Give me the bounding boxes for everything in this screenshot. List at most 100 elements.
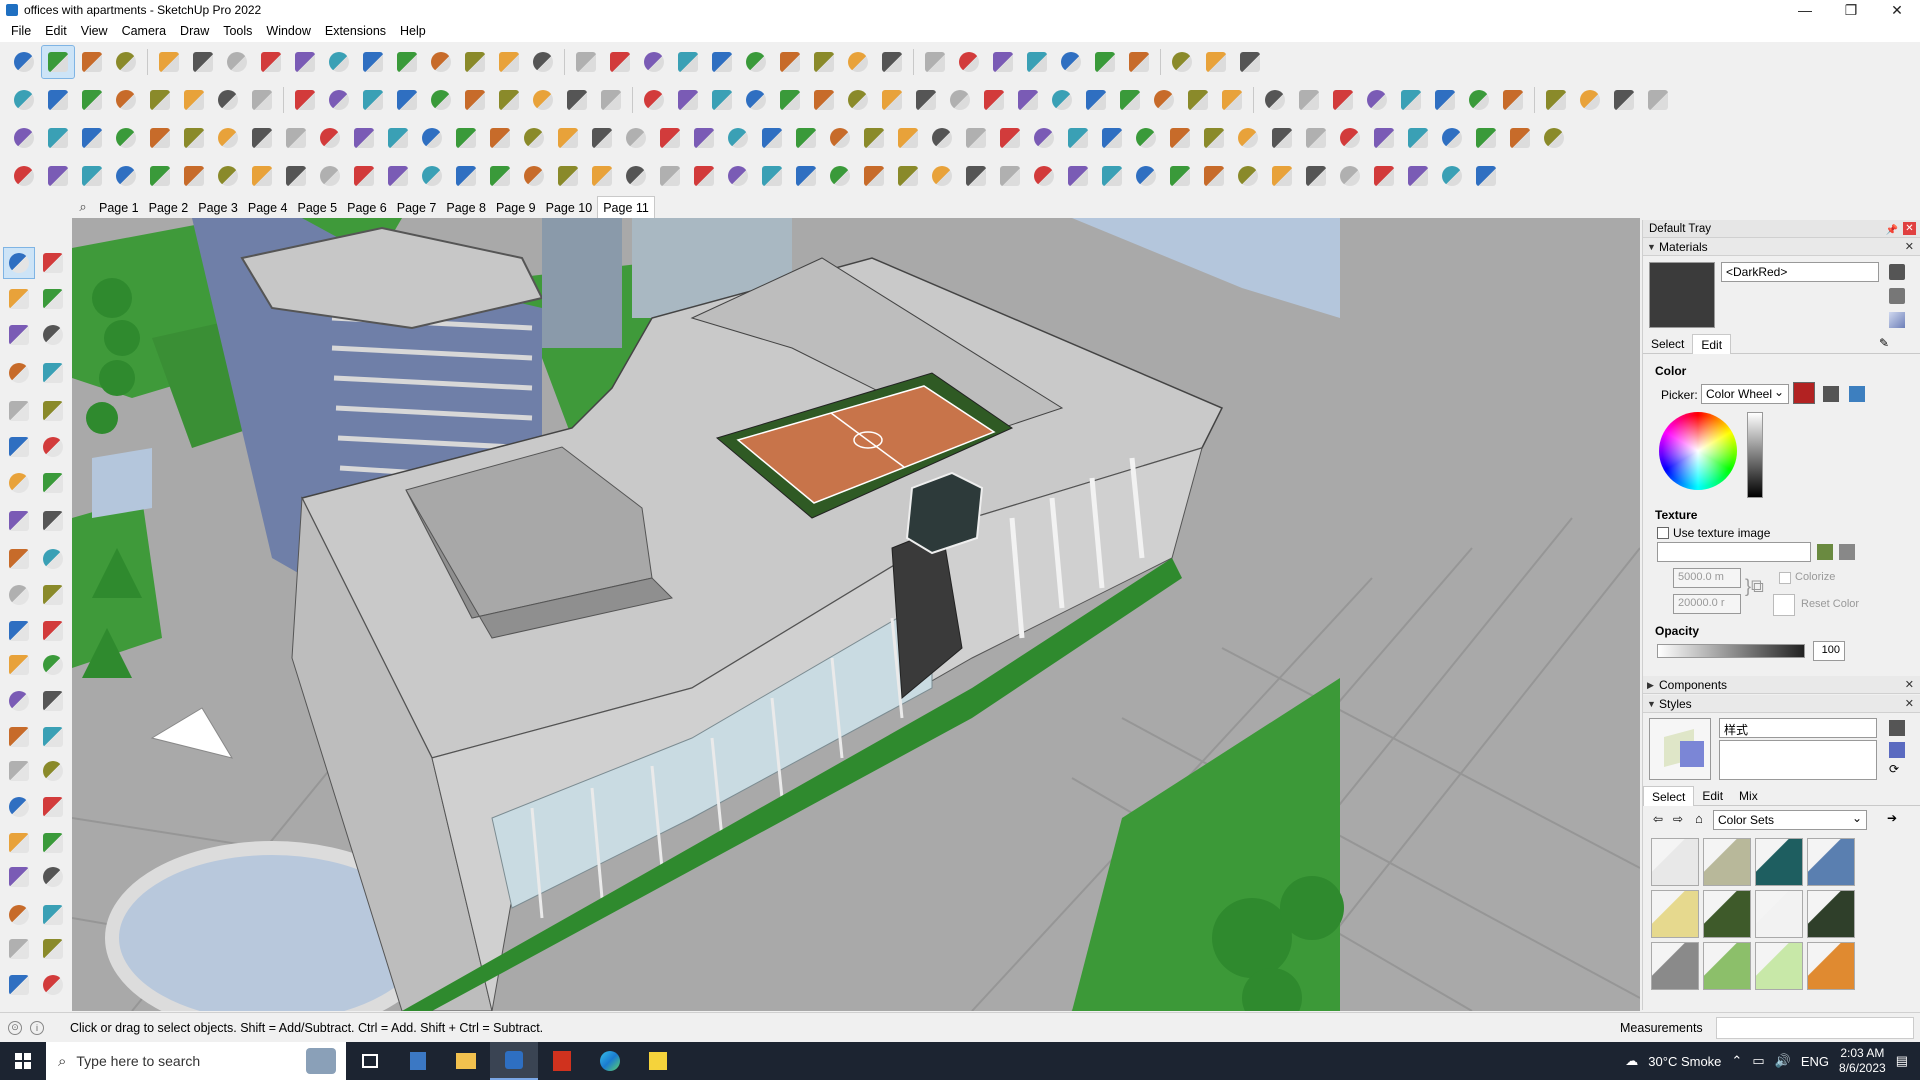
toolbar-tool-icon[interactable] xyxy=(1200,46,1232,78)
toolbar-tool-icon[interactable] xyxy=(552,122,584,154)
toolbar-tool-icon[interactable] xyxy=(493,84,525,116)
toolbar-tool-icon[interactable] xyxy=(110,160,142,192)
forward-arrow-icon[interactable]: ⇨ xyxy=(1673,812,1683,826)
toolbar-tool-icon[interactable] xyxy=(1028,122,1060,154)
toolbar-tool-icon[interactable] xyxy=(1266,160,1298,192)
toolbar-tool-icon[interactable] xyxy=(987,46,1019,78)
toolbar-tool-icon[interactable] xyxy=(425,46,457,78)
toolbar-tool-icon[interactable] xyxy=(187,46,219,78)
toolbar-tool-icon[interactable] xyxy=(892,122,924,154)
toolbar-tool-icon[interactable] xyxy=(144,160,176,192)
toolbar-tool-icon[interactable] xyxy=(1096,160,1128,192)
toolbar-tool-icon[interactable] xyxy=(1504,122,1536,154)
left-tool-icon[interactable] xyxy=(4,616,34,646)
toolbar-tool-icon[interactable] xyxy=(1089,46,1121,78)
toolbar-tool-icon[interactable] xyxy=(740,84,772,116)
left-tool-icon[interactable] xyxy=(4,284,34,314)
left-tool-icon[interactable] xyxy=(38,284,68,314)
left-tool-icon[interactable] xyxy=(38,544,68,574)
toolbar-tool-icon[interactable] xyxy=(42,160,74,192)
refresh-icon[interactable]: ⟳ xyxy=(1889,762,1905,778)
toolbar-tool-icon[interactable] xyxy=(808,84,840,116)
left-tool-icon[interactable] xyxy=(4,722,34,752)
left-tool-icon[interactable] xyxy=(38,862,68,892)
toolbar-tool-icon[interactable] xyxy=(144,122,176,154)
toolbar-tool-icon[interactable] xyxy=(672,84,704,116)
toolbar-tool-icon[interactable] xyxy=(1436,160,1468,192)
toolbar-tool-icon[interactable] xyxy=(484,122,516,154)
toolbar-tool-icon[interactable] xyxy=(654,160,686,192)
weather-cloud-icon[interactable]: ☁ xyxy=(1625,1053,1638,1069)
toolbar-tool-icon[interactable] xyxy=(518,160,550,192)
toolbar-tool-icon[interactable] xyxy=(722,160,754,192)
toolbar-tool-icon[interactable] xyxy=(1198,122,1230,154)
toolbar-tool-icon[interactable] xyxy=(638,84,670,116)
toolbar-tool-icon[interactable] xyxy=(1334,160,1366,192)
toolbar-tool-icon[interactable] xyxy=(1608,84,1640,116)
toolbar-tool-icon[interactable] xyxy=(1368,122,1400,154)
toolbar-tool-icon[interactable] xyxy=(1300,160,1332,192)
current-color-swatch[interactable] xyxy=(1793,382,1815,404)
toolbar-tool-icon[interactable] xyxy=(1164,160,1196,192)
left-tool-icon[interactable] xyxy=(3,247,35,279)
toolbar-tool-icon[interactable] xyxy=(1259,84,1291,116)
toolbar-tool-icon[interactable] xyxy=(858,122,890,154)
left-tool-icon[interactable] xyxy=(38,506,68,536)
create-material-icon[interactable] xyxy=(1889,288,1905,304)
picker-dropdown[interactable]: Color Wheel xyxy=(1701,383,1789,404)
toolbar-tool-icon[interactable] xyxy=(740,46,772,78)
left-tool-icon[interactable] xyxy=(4,468,34,498)
left-tool-icon[interactable] xyxy=(4,862,34,892)
sample-paint-icon[interactable] xyxy=(1889,312,1905,328)
toolbar-tool-icon[interactable] xyxy=(8,122,40,154)
toolbar-tool-icon[interactable] xyxy=(280,122,312,154)
toolbar-tool-icon[interactable] xyxy=(450,122,482,154)
toolbar-tool-icon[interactable] xyxy=(910,84,942,116)
left-tool-icon[interactable] xyxy=(4,970,34,1000)
toolbar-tool-icon[interactable] xyxy=(876,84,908,116)
toolbar-tool-icon[interactable] xyxy=(416,160,448,192)
toolbar-tool-icon[interactable] xyxy=(1538,122,1570,154)
toolbar-tool-icon[interactable] xyxy=(688,122,720,154)
toolbar-tool-icon[interactable] xyxy=(756,160,788,192)
toolbar-tool-icon[interactable] xyxy=(280,160,312,192)
toolbar-tool-icon[interactable] xyxy=(1080,84,1112,116)
toolbar-tool-icon[interactable] xyxy=(246,122,278,154)
toolbar-tool-icon[interactable] xyxy=(314,160,346,192)
toolbar-tool-icon[interactable] xyxy=(289,46,321,78)
toolbar-tool-icon[interactable] xyxy=(824,160,856,192)
toolbar-tool-icon[interactable] xyxy=(76,84,108,116)
style-name-field[interactable]: 样式 xyxy=(1719,718,1877,738)
toolbar-tool-icon[interactable] xyxy=(790,122,822,154)
opacity-slider[interactable] xyxy=(1657,644,1805,658)
components-close-icon[interactable]: ✕ xyxy=(1905,676,1914,694)
toolbar-tool-icon[interactable] xyxy=(221,46,253,78)
toolbar-tool-icon[interactable] xyxy=(1368,160,1400,192)
toolbar-tool-icon[interactable] xyxy=(1642,84,1674,116)
toolbar-tool-icon[interactable] xyxy=(595,84,627,116)
toolbar-tool-icon[interactable] xyxy=(654,122,686,154)
menu-file[interactable]: File xyxy=(4,20,38,42)
toolbar-tool-icon[interactable] xyxy=(110,46,142,78)
toolbar-tool-icon[interactable] xyxy=(858,160,890,192)
menu-window[interactable]: Window xyxy=(259,20,317,42)
scene-tab-page-3[interactable]: Page 3 xyxy=(193,199,243,218)
texture-height-field[interactable]: 20000.0 r xyxy=(1673,594,1741,614)
left-tool-icon[interactable] xyxy=(38,650,68,680)
use-texture-checkbox[interactable] xyxy=(1657,527,1669,539)
eyedropper-icon[interactable]: ✎ xyxy=(1879,336,1895,352)
toolbar-tool-icon[interactable] xyxy=(518,122,550,154)
sticky-notes-app-icon[interactable] xyxy=(634,1042,682,1080)
toolbar-tool-icon[interactable] xyxy=(926,122,958,154)
toolbar-tool-icon[interactable] xyxy=(527,46,559,78)
scene-tab-page-1[interactable]: Page 1 xyxy=(94,199,144,218)
toolbar-tool-icon[interactable] xyxy=(876,46,908,78)
scene-search-icon[interactable]: ⌕ xyxy=(72,196,94,218)
components-panel-header[interactable]: Components ✕ xyxy=(1643,676,1920,694)
toolbar-tool-icon[interactable] xyxy=(1470,160,1502,192)
menu-tools[interactable]: Tools xyxy=(216,20,259,42)
toolbar-tool-icon[interactable] xyxy=(1166,46,1198,78)
details-arrow-icon[interactable]: ➔ xyxy=(1887,811,1897,825)
styles-tab-select[interactable]: Select xyxy=(1643,786,1695,806)
toolbar-tool-icon[interactable] xyxy=(1164,122,1196,154)
